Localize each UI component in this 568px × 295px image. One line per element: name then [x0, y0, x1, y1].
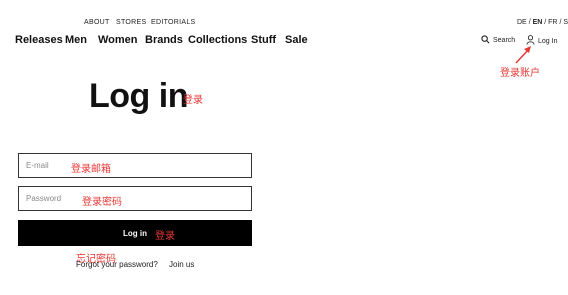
- button-annotation: 登录: [155, 231, 175, 242]
- password-annotation: 登录密码: [82, 197, 122, 208]
- lang-de[interactable]: DE: [517, 19, 527, 26]
- search-label: Search: [493, 37, 516, 44]
- login-label: Log In: [538, 37, 558, 45]
- top-link-about[interactable]: ABOUT: [84, 19, 110, 26]
- email-placeholder: E-mail: [26, 161, 49, 170]
- nav-stuff[interactable]: Stuff: [251, 34, 276, 46]
- lang-fr[interactable]: FR: [548, 19, 557, 26]
- page-title: Log in: [89, 77, 188, 115]
- account-annotation: 登录账户: [500, 68, 540, 79]
- nav-releases[interactable]: Releases: [15, 34, 63, 46]
- top-link-stores[interactable]: STORES: [116, 19, 146, 26]
- email-field[interactable]: E-mail: [18, 153, 252, 178]
- lang-s[interactable]: S: [563, 19, 568, 26]
- nav-sale[interactable]: Sale: [285, 34, 308, 46]
- password-field[interactable]: Password: [18, 186, 252, 211]
- top-link-editorials[interactable]: EDITORIALS: [151, 19, 196, 26]
- search-icon: [481, 35, 490, 46]
- login-submit-label: Log in: [123, 228, 147, 238]
- nav-brands[interactable]: Brands: [145, 34, 183, 46]
- search-button[interactable]: Search: [481, 35, 515, 46]
- nav-collections[interactable]: Collections: [188, 34, 247, 46]
- language-switcher: DE / EN / FR / S: [517, 19, 568, 26]
- password-placeholder: Password: [26, 194, 62, 203]
- title-annotation: 登录: [183, 95, 203, 106]
- annotation-arrow-icon: [515, 46, 531, 64]
- join-us-link[interactable]: Join us: [169, 260, 194, 269]
- nav-men[interactable]: Men: [65, 34, 87, 46]
- lang-en[interactable]: EN: [533, 19, 543, 26]
- login-submit-button[interactable]: Log in: [18, 220, 252, 246]
- nav-women[interactable]: Women: [98, 34, 138, 46]
- email-annotation: 登录邮箱: [71, 164, 111, 175]
- forgot-password-link[interactable]: Forgot your password?: [76, 260, 158, 269]
